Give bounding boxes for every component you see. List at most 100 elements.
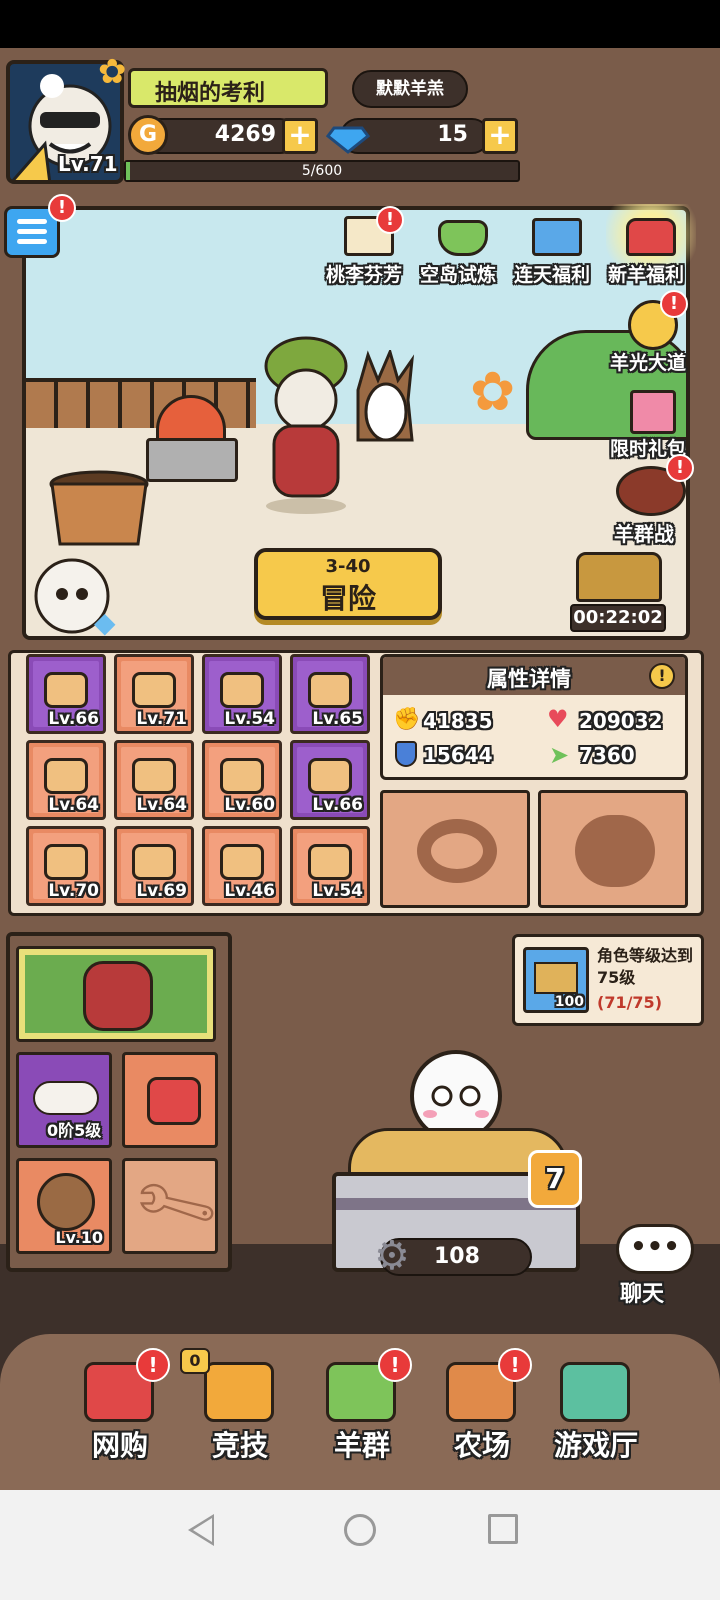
equipment-slot[interactable]: Lv.64 [114, 740, 194, 820]
nav-item[interactable]: 农场! [432, 1348, 532, 1468]
guild-button[interactable]: 默默羊羔 [352, 70, 468, 108]
nav-label: 网购 [91, 1429, 148, 1462]
quest-progress: (71/75) [597, 993, 662, 1012]
gift-pack-icon [630, 390, 676, 434]
treasure-chest-icon [626, 218, 676, 256]
exp-text: 5/600 [301, 163, 343, 179]
hp-value: 209032 [579, 709, 663, 733]
active-outfit-slot[interactable] [16, 946, 216, 1042]
add-gem-button[interactable]: + [482, 118, 518, 154]
gold-coin-icon: G [128, 115, 168, 155]
gear-icon[interactable]: ⚙ [374, 1236, 410, 1276]
adventure-label: 冒险 [319, 582, 376, 615]
signboard-icon [132, 843, 176, 880]
add-gold-button[interactable]: + [282, 118, 318, 154]
gold-amount: 4269 [214, 122, 276, 147]
bucket-icon [220, 671, 264, 708]
bush-icon [308, 757, 352, 794]
recents-icon[interactable] [488, 1514, 518, 1544]
event-flock-war[interactable]: 羊群战 ! [606, 454, 700, 546]
event-sunshine-label: 羊光大道 [610, 352, 687, 374]
hay-reward-icon: 100 [523, 947, 589, 1013]
equipment-level: Lv.66 [48, 709, 99, 729]
event-liantian-label: 连天福利 [514, 264, 591, 286]
event-liantian[interactable]: 连天福利 [514, 210, 600, 290]
gate-icon [308, 843, 352, 880]
info-icon[interactable]: ! [649, 663, 675, 689]
equipment-slot[interactable]: Lv.46 [202, 826, 282, 906]
lollipop-icon [132, 671, 176, 708]
trophy-icon [204, 1362, 274, 1422]
chest-timer-text: 00:22:02 [573, 607, 663, 628]
attack-value: 41835 [423, 709, 493, 733]
equipment-level: Lv.64 [136, 795, 187, 815]
home-icon[interactable] [344, 1514, 376, 1546]
equipment-level: Lv.60 [224, 795, 275, 815]
red-suit-icon [83, 961, 153, 1031]
event-limited-gift[interactable]: 限时礼包 [610, 386, 700, 466]
attribute-title: 属性详情 [487, 667, 571, 691]
event-sunshine-badge: ! [660, 290, 688, 318]
player-name-banner[interactable]: 抽烟的考利 [128, 68, 328, 108]
attack-icon: ✊ [393, 707, 421, 732]
equipment-slot[interactable]: Lv.69 [114, 826, 194, 906]
event-taoli[interactable]: 桃李芬芳 ! [326, 206, 412, 290]
adventure-button[interactable]: 3-40 冒险 [254, 548, 442, 620]
hedgehog-icon [356, 350, 415, 442]
player-name: 抽烟的考利 [155, 81, 266, 106]
accessory-slot-ring[interactable] [380, 790, 530, 908]
gem-amount: 15 [437, 122, 468, 147]
quest-reward: 100 [554, 994, 584, 1010]
hp-icon: ♥ [547, 705, 569, 733]
bucket-prop [49, 470, 149, 546]
equipment-slot[interactable]: Lv.65 [290, 654, 370, 734]
nav-item[interactable]: 网购! [70, 1348, 170, 1468]
nav-item[interactable]: 羊群! [312, 1348, 412, 1468]
event-flock-war-badge: ! [666, 454, 694, 482]
arcade-icon [560, 1362, 630, 1422]
nav-item[interactable]: 竞技 0 [180, 1348, 290, 1468]
flower-icon [220, 757, 264, 794]
event-island[interactable]: 空岛试炼 [420, 210, 506, 290]
equipment-level: Lv.54 [224, 709, 275, 729]
blue-gem-icon: ◆ [94, 606, 116, 639]
equipment-slot[interactable]: Lv.54 [202, 654, 282, 734]
equipment-slot[interactable]: Lv.71 [114, 654, 194, 734]
hay-level-badge: 7 [528, 1150, 582, 1208]
quest-card[interactable]: 100 角色等级达到75级 (71/75) [512, 934, 704, 1026]
pet-slot-wrench[interactable]: 🔧︎ [122, 1156, 226, 1254]
nav-badge: ! [136, 1348, 170, 1382]
nav-badge: ! [378, 1348, 412, 1382]
chat-button[interactable]: ••• 聊天 [608, 1214, 700, 1308]
quest-text: 角色等级达到75级 [597, 946, 694, 987]
equipment-slot[interactable]: Lv.70 [26, 826, 106, 906]
gift-box-icon [532, 218, 582, 256]
equipment-slot[interactable]: Lv.64 [26, 740, 106, 820]
shield-icon [395, 741, 417, 767]
island-icon [438, 220, 488, 256]
accessory-slot-wool[interactable] [538, 790, 688, 908]
equipment-slot[interactable]: Lv.54 [290, 826, 370, 906]
idle-chest[interactable] [576, 552, 662, 602]
event-flock-war-label: 羊群战 [614, 522, 674, 546]
equipment-level: Lv.54 [312, 881, 363, 901]
pet-slot-cloud[interactable]: 0阶5级 [16, 1052, 112, 1148]
hedgehog-pet-icon [37, 1173, 95, 1231]
nav-item[interactable]: 游戏厅 [546, 1348, 646, 1468]
hedgehog-level: Lv.10 [55, 1228, 103, 1247]
equipment-slot[interactable]: Lv.60 [202, 740, 282, 820]
chest-timer: 00:22:02 [570, 604, 666, 632]
trough-prop [146, 438, 238, 482]
system-nav-bar [0, 1490, 720, 1600]
pet-slot-watergun[interactable] [122, 1052, 218, 1148]
menu-alert-badge: ! [48, 194, 76, 222]
equipment-slot[interactable]: Lv.66 [26, 654, 106, 734]
wrench-icon: 🔧︎ [124, 1155, 226, 1255]
speed-value: 7360 [579, 743, 635, 767]
event-taoli-badge: ! [376, 206, 404, 234]
nav-label: 竞技 [211, 1429, 268, 1462]
event-sunshine[interactable]: 羊光大道 ! [610, 290, 700, 376]
equipment-slot[interactable]: Lv.66 [290, 740, 370, 820]
event-newsheep[interactable]: 新羊福利 [606, 204, 696, 290]
pet-slot-hedgehog[interactable]: Lv.10 [16, 1158, 112, 1254]
